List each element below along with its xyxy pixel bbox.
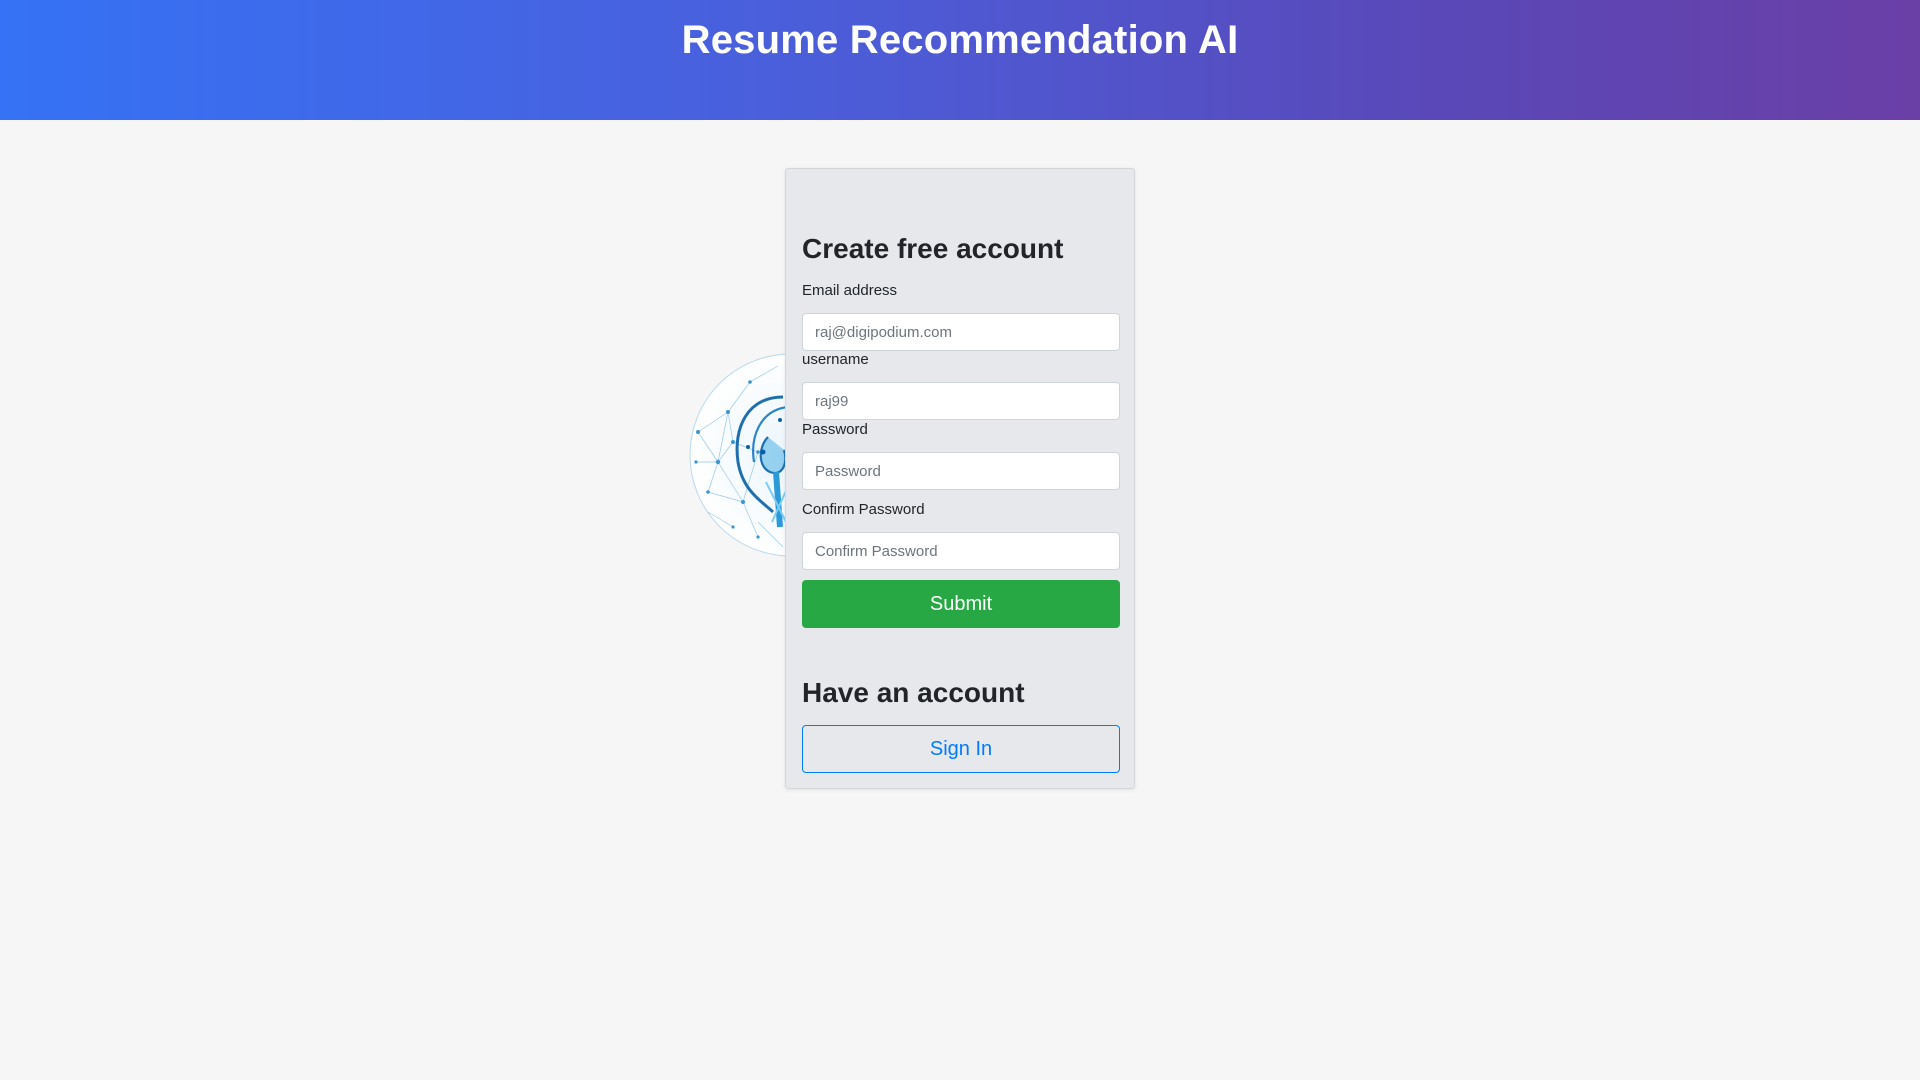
signup-card: Create free account Email address userna… (785, 168, 1135, 789)
confirm-password-label: Confirm Password (802, 501, 925, 518)
submit-button[interactable]: Submit (802, 580, 1120, 628)
signup-title: Create free account (802, 233, 1064, 264)
email-label: Email address (802, 282, 898, 299)
signin-title: Have an account (802, 677, 1025, 708)
username-field[interactable] (802, 382, 1120, 420)
email-field[interactable] (802, 313, 1120, 351)
password-field[interactable] (802, 452, 1120, 490)
app-header: Resume Recommendation AI (0, 0, 1920, 120)
app-title: Resume Recommendation AI (681, 18, 1239, 62)
confirm-password-field[interactable] (802, 532, 1120, 570)
sign-in-button[interactable]: Sign In (802, 725, 1120, 773)
password-label: Password (802, 421, 868, 438)
username-label: username (802, 351, 869, 368)
